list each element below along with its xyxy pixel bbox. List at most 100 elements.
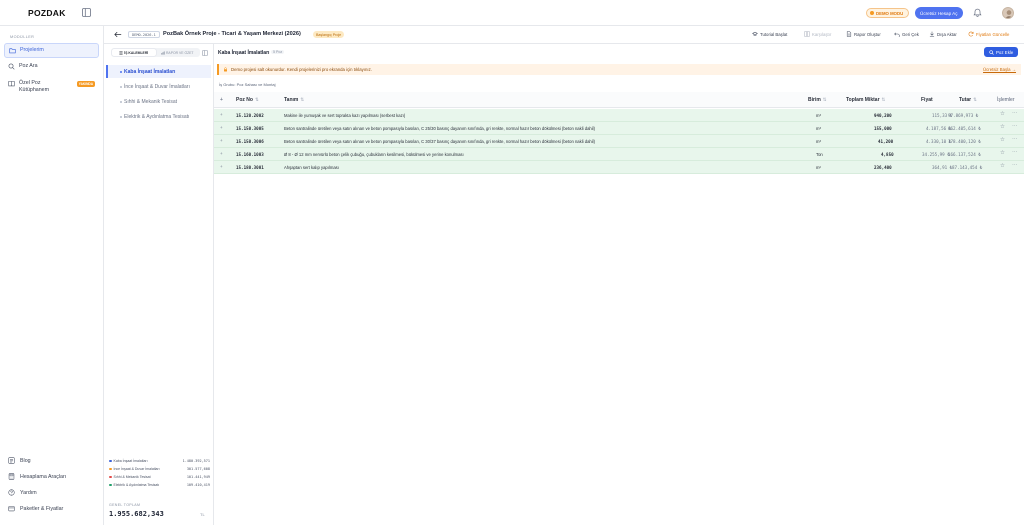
- compare-button[interactable]: Karşılaştır: [804, 31, 831, 37]
- sidebar-toggle-icon[interactable]: [82, 8, 91, 17]
- sidebar-item-poz-ara[interactable]: Poz Ara: [4, 60, 99, 73]
- table-row[interactable]: + 15.150.3005 Beton santralinde üretilen…: [214, 122, 1024, 135]
- sidebar-item-ozel-poz[interactable]: Özel Poz Kütüphanem YAKINDA: [4, 77, 99, 97]
- export-button[interactable]: Dışa Aktar: [929, 31, 957, 37]
- sidebar-item-hesaplama[interactable]: Hesaplama Araçları: [8, 473, 66, 480]
- summary-label: Elektrik & Aydınlatma Tesisatı: [113, 483, 160, 487]
- document-icon: [846, 31, 852, 37]
- bell-icon[interactable]: [973, 8, 982, 17]
- favorite-icon[interactable]: ☆: [1000, 111, 1005, 117]
- header-label: Poz No: [236, 97, 253, 103]
- sidebar-item-projelerim[interactable]: Projelerim: [4, 43, 99, 58]
- sidebar-item-paketler[interactable]: Paketler & Fiyatlar: [8, 505, 63, 512]
- report-button[interactable]: Rapor Oluştur: [846, 31, 881, 37]
- more-options-icon[interactable]: ⋯: [1012, 137, 1018, 143]
- compare-label: Karşılaştır: [812, 31, 832, 37]
- more-options-icon[interactable]: ⋯: [1012, 150, 1018, 156]
- tab-report-summary[interactable]: RAPOR VE ÖZET: [156, 49, 200, 56]
- logo[interactable]: POZDAK: [28, 8, 66, 18]
- expand-all-icon[interactable]: +: [220, 97, 223, 103]
- sidebar: MODÜLLER Projelerim Poz Ara Özel Poz Küt…: [0, 26, 104, 525]
- tab-work-items[interactable]: İŞ KALEMLERİ: [112, 49, 156, 56]
- expand-row-icon[interactable]: +: [220, 112, 223, 117]
- chapter-tabs: İŞ KALEMLERİ RAPOR VE ÖZET: [111, 48, 200, 57]
- cell-tutar: 87.143,454 ₺: [952, 165, 983, 170]
- cell-birim: m³: [816, 126, 821, 131]
- chapter-label: Kaba İnşaat İmalatları: [124, 68, 176, 75]
- table-row[interactable]: + 15.180.3001 Ahşaptan sert kalıp yapılm…: [214, 161, 1024, 174]
- sidebar-item-yardim[interactable]: Yardım: [8, 489, 37, 496]
- favorite-icon[interactable]: ☆: [1000, 163, 1005, 169]
- undo-button[interactable]: Geri Çek: [894, 31, 919, 37]
- blog-icon: [8, 457, 15, 464]
- demo-warning-banner: Demo projesi salt okunurdur. Kendi proje…: [217, 64, 1021, 75]
- cell-fiyat: 34.255,99 ₺: [922, 152, 950, 157]
- update-prices-button[interactable]: Fiyatları Güncelle: [968, 31, 1009, 37]
- cell-tanim: Beton santralinde üretilen veya satın al…: [284, 139, 595, 144]
- tutorial-label: Tutorial Başlat: [760, 31, 788, 37]
- search-icon: [989, 49, 994, 55]
- cell-tutar: 97.869,973 ₺: [948, 113, 979, 118]
- project-status-badge: Başlangıç Proje: [313, 31, 345, 38]
- cell-poz-no: 15.150.3005: [236, 126, 264, 131]
- back-arrow-icon[interactable]: [114, 31, 122, 38]
- chapter-item[interactable]: Kaba İnşaat İmalatları: [106, 65, 211, 78]
- table-row[interactable]: + 15.160.1003 Ø 8 - Ø 12 mm nervürlü bet…: [214, 148, 1024, 161]
- cell-poz-no: 15.160.1003: [236, 152, 264, 157]
- sidebar-item-label: Paketler & Fiyatlar: [20, 505, 64, 512]
- expand-row-icon[interactable]: +: [220, 151, 223, 156]
- favorite-icon[interactable]: ☆: [1000, 124, 1005, 130]
- more-options-icon[interactable]: ⋯: [1012, 163, 1018, 169]
- table-header: + Poz No ⇅ Tanım ⇅ Birim ⇅ Toplam Miktar ⇅ F…: [214, 92, 1024, 108]
- more-options-icon[interactable]: ⋯: [1012, 111, 1018, 117]
- content-header: Kaba İnşaat İmalatları 5 Poz Poz Ekle: [214, 44, 1024, 60]
- cell-poz-no: 15.150.3006: [236, 139, 264, 144]
- favorite-icon[interactable]: ☆: [1000, 150, 1005, 156]
- panel-collapse-icon[interactable]: [202, 50, 208, 56]
- column-header-birim[interactable]: Birim ⇅: [808, 97, 827, 103]
- work-group-subtitle: İş Grubu: Poz Sahası ve Montaj: [219, 82, 276, 87]
- more-options-icon[interactable]: ⋯: [1012, 124, 1018, 130]
- bullet-icon: [120, 85, 122, 88]
- favorite-icon[interactable]: ☆: [1000, 137, 1005, 143]
- undo-icon: [894, 32, 900, 37]
- header-label: Birim: [808, 97, 821, 103]
- chapter-item[interactable]: Elektrik & Aydınlatma Tesisatı: [106, 110, 211, 123]
- chapter-item[interactable]: Sıhhi & Mekanik Tesisat: [106, 95, 211, 108]
- free-account-button[interactable]: Ücretsiz Hesap Aç: [915, 7, 963, 19]
- table-row[interactable]: + 15.120.2002 Makine ile yumuşak ve sert…: [214, 109, 1024, 122]
- column-header-fiyat[interactable]: Fiyat: [921, 97, 933, 103]
- column-header-toplam-miktar[interactable]: Toplam Miktar ⇅: [846, 97, 885, 103]
- summary-value: 109.410,419: [186, 483, 210, 487]
- item-count-chip: 5 Poz: [271, 50, 285, 54]
- summary-value: 1.480.392,571: [182, 459, 210, 463]
- free-start-link[interactable]: Ücretsiz Başla →: [983, 67, 1016, 72]
- column-header-tutar[interactable]: Tutar ⇅: [959, 97, 977, 103]
- expand-row-icon[interactable]: +: [220, 138, 223, 143]
- warning-text: Demo projesi salt okunurdur. Kendi proje…: [231, 67, 372, 72]
- chapter-item[interactable]: İnce İnşaat & Duvar İmalatları: [106, 80, 211, 93]
- add-poz-button[interactable]: Poz Ekle: [984, 47, 1019, 57]
- sort-icon: ⇅: [822, 97, 827, 102]
- tutorial-button[interactable]: Tutorial Başlat: [752, 31, 787, 37]
- column-header-poz-no[interactable]: Poz No ⇅: [236, 97, 259, 103]
- table-row[interactable]: + 15.150.3006 Beton santralinde üretilen…: [214, 135, 1024, 148]
- update-prices-label: Fiyatları Güncelle: [976, 31, 1010, 37]
- export-label: Dışa Aktar: [937, 31, 957, 37]
- color-dot-icon: [109, 467, 112, 471]
- avatar[interactable]: [1002, 7, 1014, 19]
- column-header-tanim[interactable]: Tanım ⇅: [284, 97, 304, 103]
- book-icon: [8, 81, 15, 87]
- main-content: Kaba İnşaat İmalatları 5 Poz Poz Ekle De…: [214, 44, 1024, 525]
- expand-row-icon[interactable]: +: [220, 164, 223, 169]
- coming-soon-badge: YAKINDA: [76, 81, 95, 87]
- sidebar-item-label: Özel Poz Kütüphanem: [19, 80, 50, 93]
- color-dot-icon: [109, 475, 112, 479]
- header-label: Tutar: [959, 97, 972, 103]
- summary-row: Sıhhi & Mekanik Tesisat 101.441,949: [109, 475, 210, 479]
- sidebar-item-blog[interactable]: Blog: [8, 457, 31, 464]
- expand-row-icon[interactable]: +: [220, 125, 223, 130]
- package-icon: [8, 506, 15, 512]
- project-header: DEMO-2026-1 PozBak Örnek Proje - Ticari …: [104, 26, 1024, 44]
- cell-miktar: 4,850: [881, 152, 894, 157]
